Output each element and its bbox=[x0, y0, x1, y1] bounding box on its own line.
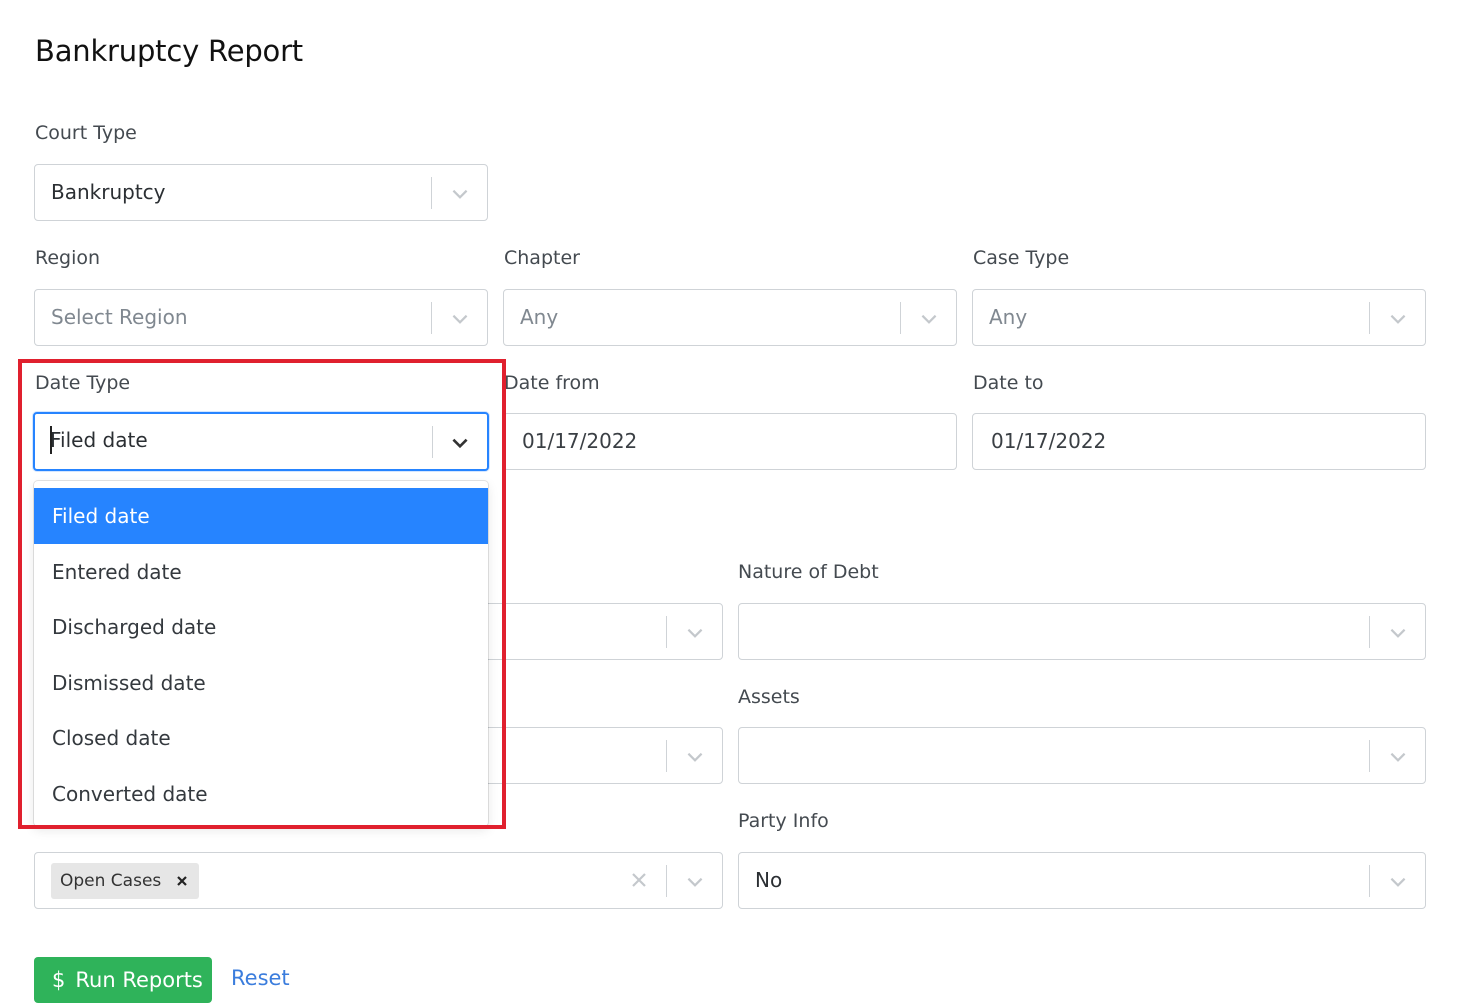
court-type-label: Court Type bbox=[35, 122, 137, 144]
date-from-input[interactable]: 01/17/2022 bbox=[503, 413, 957, 470]
dollar-icon: $ bbox=[52, 968, 66, 992]
nature-of-debt-select[interactable] bbox=[738, 603, 1426, 660]
clear-icon[interactable] bbox=[629, 870, 649, 890]
tag-open-cases: Open Cases bbox=[51, 863, 200, 899]
run-reports-button[interactable]: $ Run Reports bbox=[34, 957, 212, 1003]
region-select[interactable]: Select Region bbox=[34, 289, 488, 346]
date-type-menu: Filed date Entered date Discharged date … bbox=[34, 481, 488, 826]
chevron-down-icon[interactable] bbox=[449, 432, 471, 454]
nature-of-debt-label: Nature of Debt bbox=[738, 561, 879, 583]
date-type-select[interactable]: Filed date bbox=[33, 412, 489, 471]
tag-label: Open Cases bbox=[60, 871, 162, 891]
chevron-down-icon[interactable] bbox=[1387, 622, 1409, 644]
date-type-value: Filed date bbox=[50, 428, 148, 452]
assets-select[interactable] bbox=[738, 727, 1426, 784]
menu-option-entered-date[interactable]: Entered date bbox=[34, 544, 488, 600]
chevron-down-icon[interactable] bbox=[1387, 308, 1409, 330]
select-separator bbox=[900, 302, 901, 334]
chevron-down-icon[interactable] bbox=[1387, 746, 1409, 768]
menu-option-filed-date[interactable]: Filed date bbox=[34, 488, 488, 544]
reset-link[interactable]: Reset bbox=[231, 966, 290, 990]
assets-label: Assets bbox=[738, 686, 800, 708]
close-icon[interactable] bbox=[175, 874, 189, 888]
party-info-label: Party Info bbox=[738, 810, 829, 832]
party-info-value: No bbox=[755, 868, 783, 892]
region-label: Region bbox=[35, 247, 101, 269]
region-placeholder: Select Region bbox=[51, 305, 188, 329]
select-separator bbox=[666, 740, 667, 772]
court-type-value: Bankruptcy bbox=[51, 180, 166, 204]
run-reports-label: Run Reports bbox=[75, 968, 203, 992]
select-separator bbox=[1369, 865, 1370, 897]
date-to-input[interactable]: 01/17/2022 bbox=[972, 413, 1426, 470]
chevron-down-icon[interactable] bbox=[449, 308, 471, 330]
menu-option-closed-date[interactable]: Closed date bbox=[34, 710, 488, 766]
case-type-label: Case Type bbox=[973, 247, 1070, 269]
case-type-value: Any bbox=[989, 305, 1028, 329]
date-type-label: Date Type bbox=[35, 372, 131, 394]
chapter-value: Any bbox=[520, 305, 559, 329]
select-separator bbox=[666, 865, 667, 897]
chapter-select[interactable]: Any bbox=[503, 289, 957, 346]
chevron-down-icon[interactable] bbox=[684, 622, 706, 644]
date-to-value: 01/17/2022 bbox=[991, 429, 1107, 453]
date-from-label: Date from bbox=[504, 372, 600, 394]
menu-option-dismissed-date[interactable]: Dismissed date bbox=[34, 655, 488, 711]
chevron-down-icon[interactable] bbox=[449, 183, 471, 205]
select-separator bbox=[432, 426, 433, 458]
chevron-down-icon[interactable] bbox=[684, 871, 706, 893]
case-properties-select[interactable]: Open Cases bbox=[34, 852, 723, 909]
date-to-label: Date to bbox=[973, 372, 1044, 394]
select-separator bbox=[1369, 302, 1370, 334]
case-type-select[interactable]: Any bbox=[972, 289, 1426, 346]
select-separator bbox=[431, 302, 432, 334]
select-separator bbox=[431, 177, 432, 209]
court-type-select[interactable]: Bankruptcy bbox=[34, 164, 488, 221]
chapter-label: Chapter bbox=[504, 247, 580, 269]
select-separator bbox=[666, 616, 667, 648]
menu-option-converted-date[interactable]: Converted date bbox=[34, 766, 488, 822]
select-separator bbox=[1369, 740, 1370, 772]
party-info-select[interactable]: No bbox=[738, 852, 1426, 909]
chevron-down-icon[interactable] bbox=[684, 746, 706, 768]
select-separator bbox=[1369, 616, 1370, 648]
page-title: Bankruptcy Report bbox=[35, 34, 303, 68]
date-from-value: 01/17/2022 bbox=[522, 429, 638, 453]
chevron-down-icon[interactable] bbox=[918, 308, 940, 330]
menu-option-discharged-date[interactable]: Discharged date bbox=[34, 599, 488, 655]
chevron-down-icon[interactable] bbox=[1387, 871, 1409, 893]
